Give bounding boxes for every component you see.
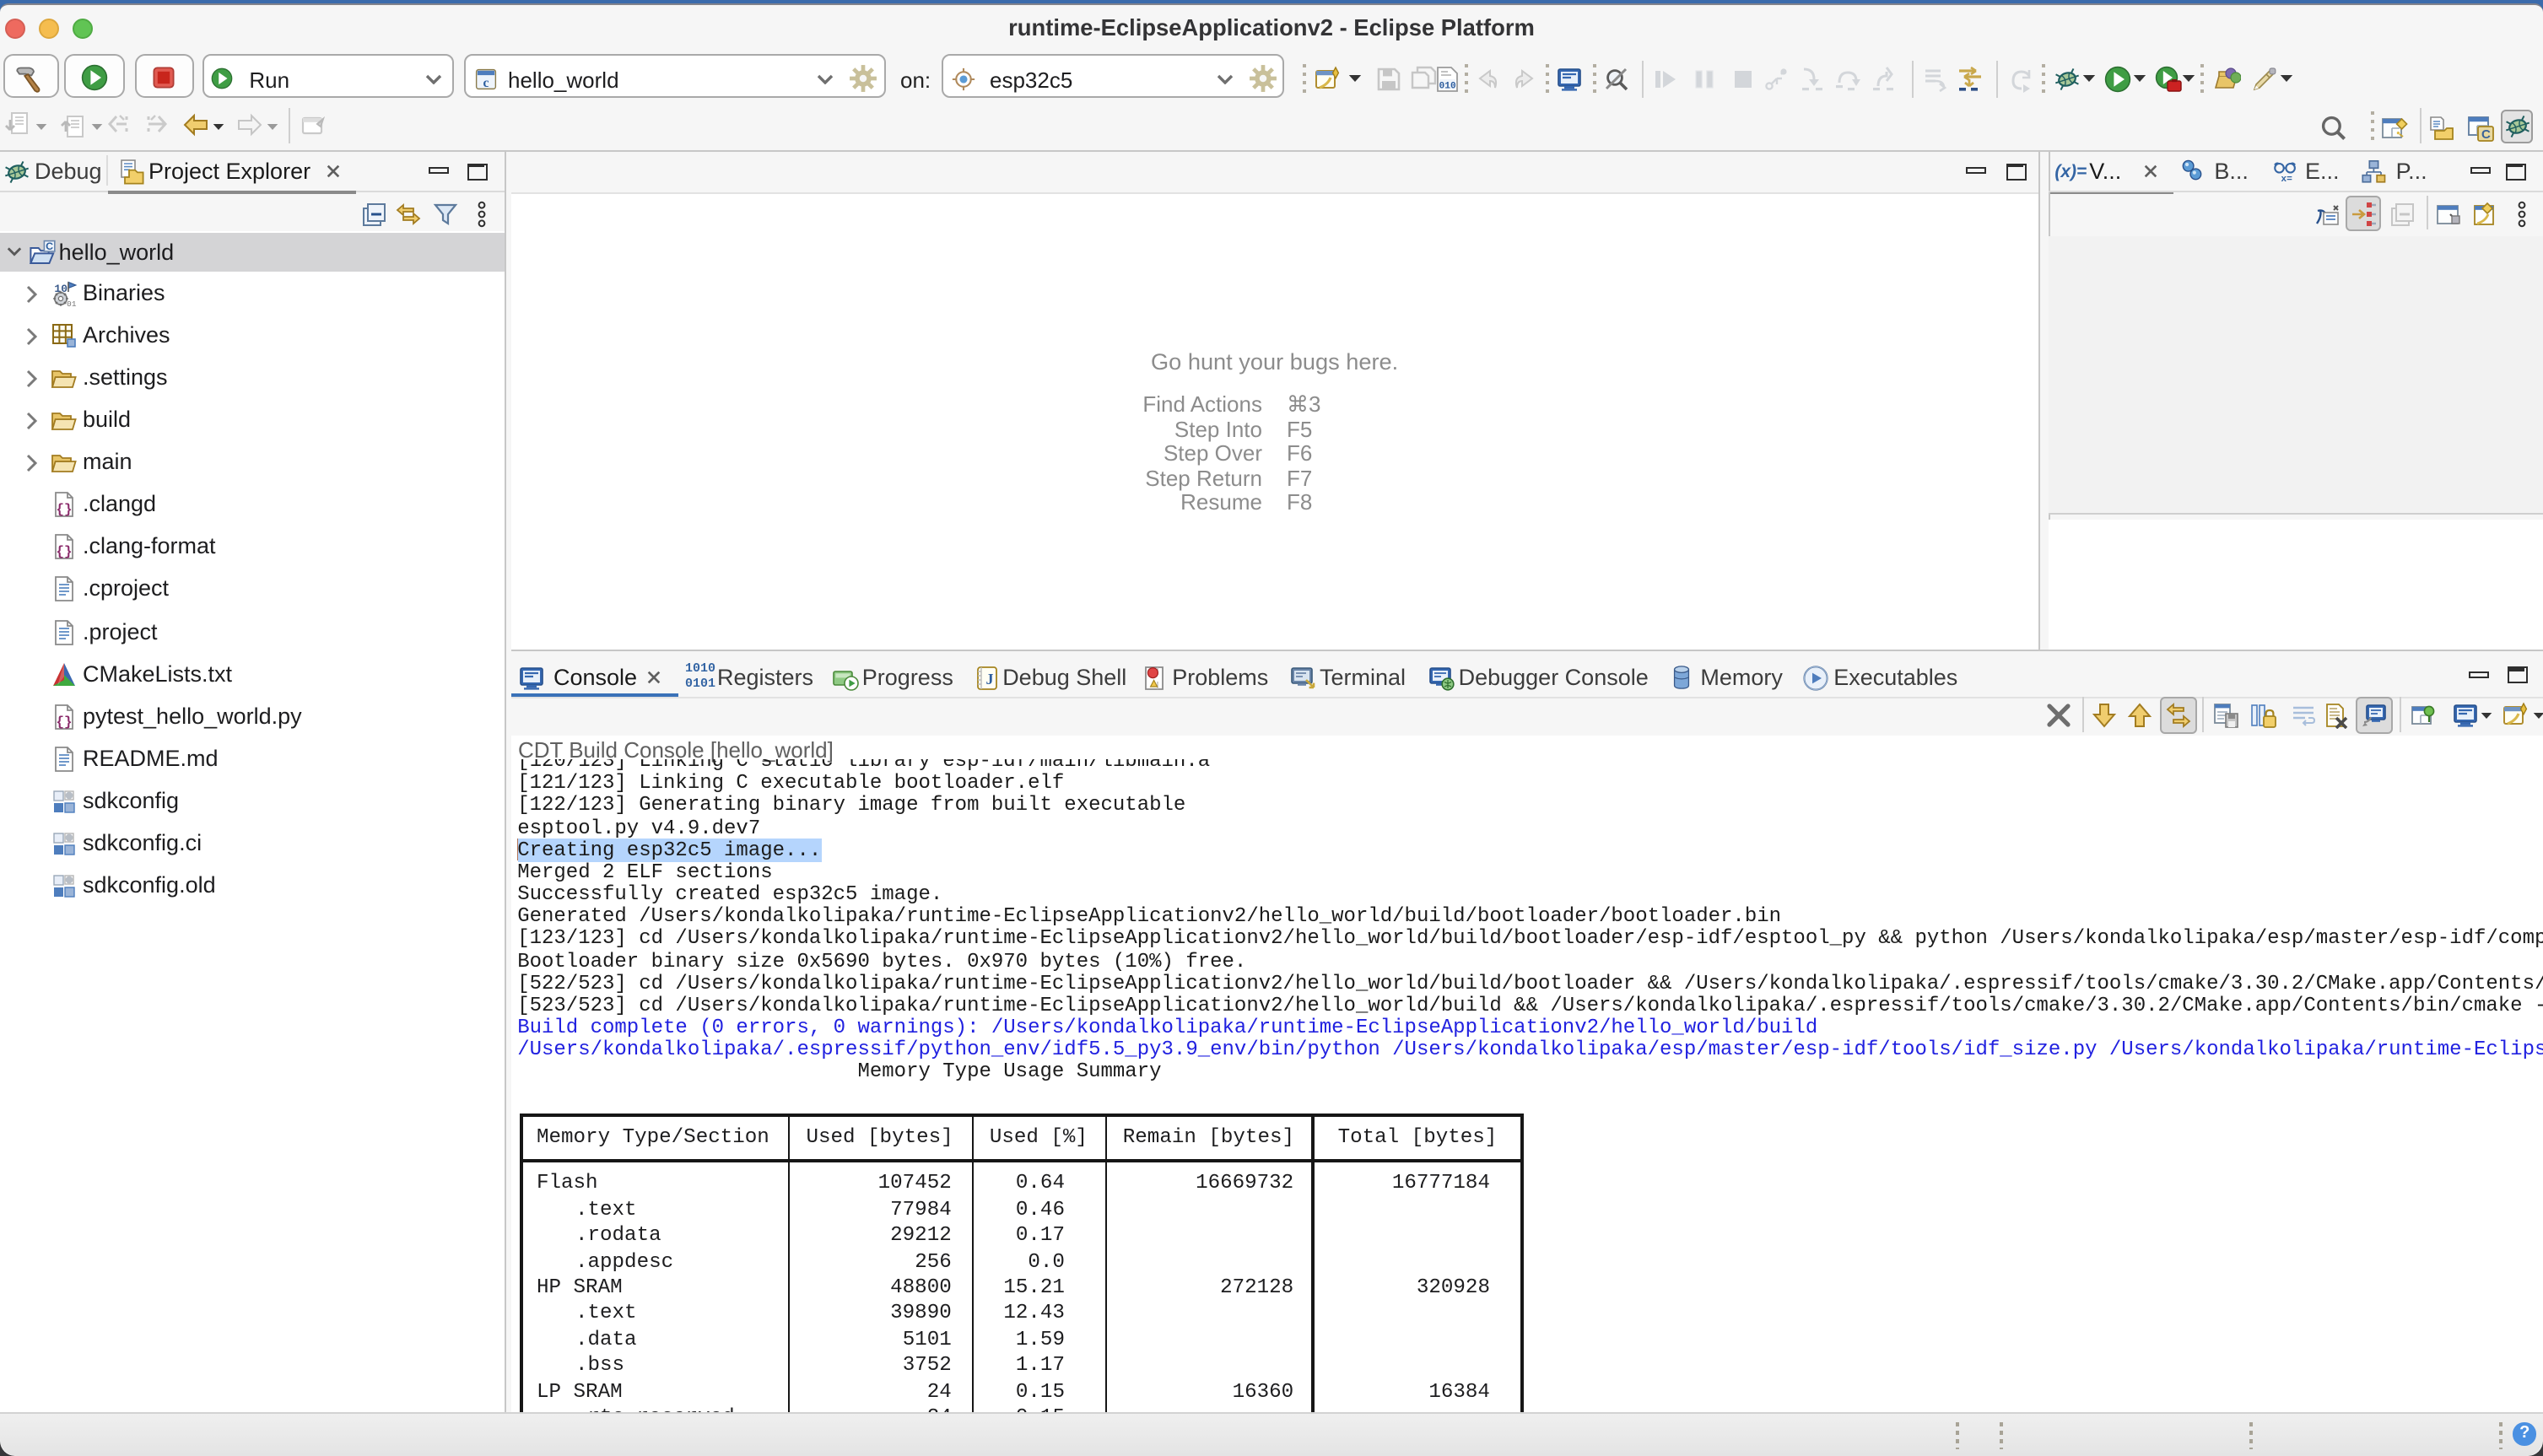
svg-text:x=: x= xyxy=(2280,174,2292,183)
svg-text:c: c xyxy=(483,75,489,89)
svg-text:J: J xyxy=(986,671,994,688)
svg-text:C: C xyxy=(2481,127,2490,142)
svg-text:C: C xyxy=(46,240,53,251)
svg-text:010: 010 xyxy=(1439,80,1455,90)
